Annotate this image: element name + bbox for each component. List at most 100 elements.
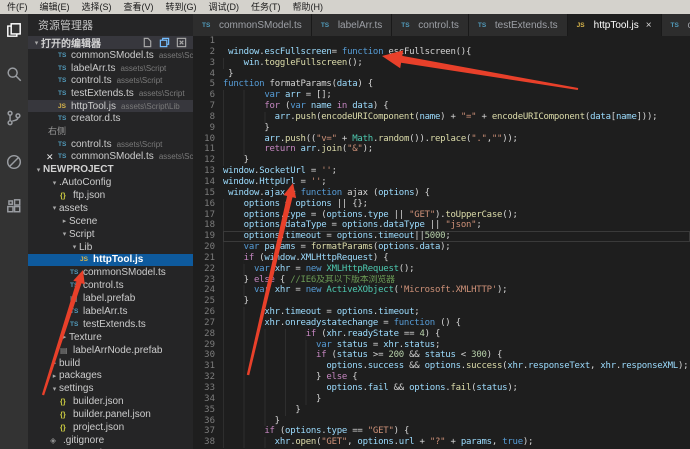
code-line-14[interactable]: 14 window.HttpUrl = ''; bbox=[193, 177, 690, 188]
line-number[interactable]: 36 bbox=[193, 416, 223, 427]
line-number[interactable]: 21 bbox=[193, 253, 223, 264]
code-line-5[interactable]: 5 function formatParams(data) { bbox=[193, 79, 690, 90]
menu-选择(S)[interactable]: 选择(S) bbox=[76, 0, 118, 14]
close-icon[interactable]: × bbox=[646, 20, 652, 31]
line-number[interactable]: 26 bbox=[193, 307, 223, 318]
line-number[interactable]: 32 bbox=[193, 372, 223, 383]
code-line-19[interactable]: 19 options.timeout = options.timeout||50… bbox=[193, 231, 690, 243]
open-editor-control.ts[interactable]: TS control.ts assets\Script bbox=[28, 138, 193, 151]
tree-item-ftp.json[interactable]: {} ftp.json bbox=[28, 189, 193, 202]
menu-件(F)[interactable]: 件(F) bbox=[1, 0, 34, 14]
tree-item-.gitignore[interactable]: ◈ .gitignore bbox=[28, 434, 193, 447]
line-number[interactable]: 28 bbox=[193, 329, 223, 340]
code-line-10[interactable]: 10 arr.push(("v=" + Math.random()).repla… bbox=[193, 133, 690, 145]
new-file-icon[interactable] bbox=[142, 37, 153, 48]
line-number[interactable]: 30 bbox=[193, 350, 223, 361]
code-line-11[interactable]: 11 return arr.join("&"); bbox=[193, 144, 690, 156]
line-number[interactable]: 10 bbox=[193, 134, 223, 145]
open-editor-testExtends.ts[interactable]: TS testExtends.ts assets\Script bbox=[28, 87, 193, 100]
tab-commonSModel.ts[interactable]: TS commonSModel.ts bbox=[193, 14, 312, 36]
tree-item-builder.panel.json[interactable]: {} builder.panel.json bbox=[28, 408, 193, 421]
tree-item-httpTool.js[interactable]: JS httpTool.js bbox=[28, 253, 193, 267]
line-number[interactable]: 34 bbox=[193, 394, 223, 405]
menu-转到(G)[interactable]: 转到(G) bbox=[160, 0, 203, 14]
tree-item-project.json[interactable]: {} project.json bbox=[28, 421, 193, 434]
code-line-29[interactable]: 29 var status = xhr.status; bbox=[193, 339, 690, 351]
line-number[interactable]: 13 bbox=[193, 166, 223, 177]
code-line-4[interactable]: 4 } bbox=[193, 69, 690, 80]
tree-item-label.prefab[interactable]: ▤ label.prefab bbox=[28, 292, 193, 305]
menu-任务(T)[interactable]: 任务(T) bbox=[245, 0, 287, 14]
open-editor-commonSModel.ts[interactable]: TS commonSModel.ts assets\Script bbox=[28, 49, 193, 62]
code-line-28[interactable]: 28 if (xhr.readyState == 4) { bbox=[193, 328, 690, 340]
project-root-header[interactable]: ▾ NEWPROJECT bbox=[28, 163, 193, 176]
line-number[interactable]: 9 bbox=[193, 123, 223, 134]
line-number[interactable]: 5 bbox=[193, 79, 223, 90]
tree-item-Lib[interactable]: ▾ Lib bbox=[28, 241, 193, 254]
code-line-3[interactable]: 3 win.toggleFullscreen(); bbox=[193, 57, 690, 69]
code-line-16[interactable]: 16 options = options || {}; bbox=[193, 198, 690, 210]
line-number[interactable]: 19 bbox=[193, 231, 223, 242]
code-line-15[interactable]: 15 window.ajax = function ajax (options)… bbox=[193, 188, 690, 199]
tree-item-Script[interactable]: ▾ Script bbox=[28, 228, 193, 241]
code-line-1[interactable]: 1 bbox=[193, 36, 690, 47]
tree-item-labelArr.ts[interactable]: TS labelArr.ts bbox=[28, 305, 193, 318]
code-line-2[interactable]: 2 window.escFullscreen= function escFull… bbox=[193, 47, 690, 58]
open-editor-httpTool.js[interactable]: JS httpTool.js assets\Script\Lib bbox=[28, 99, 193, 113]
menu-帮助(H)[interactable]: 帮助(H) bbox=[287, 0, 330, 14]
code-line-32[interactable]: 32 } else { bbox=[193, 372, 690, 383]
line-number[interactable]: 16 bbox=[193, 199, 223, 210]
line-number[interactable]: 23 bbox=[193, 275, 223, 286]
line-number[interactable]: 27 bbox=[193, 318, 223, 329]
code-line-36[interactable]: 36 } bbox=[193, 415, 690, 427]
line-number[interactable]: 35 bbox=[193, 405, 223, 416]
code-line-37[interactable]: 37 if (options.type == "GET") { bbox=[193, 426, 690, 438]
code-line-18[interactable]: 18 options.dataType = options.dataType |… bbox=[193, 220, 690, 232]
extensions-icon[interactable] bbox=[4, 196, 24, 216]
line-number[interactable]: 4 bbox=[193, 69, 223, 80]
search-icon[interactable] bbox=[4, 64, 24, 84]
code-line-26[interactable]: 26 xhr.timeout = options.timeout; bbox=[193, 307, 690, 318]
code-line-25[interactable]: 25 } bbox=[193, 296, 690, 308]
tree-item-testExtends.ts[interactable]: TS testExtends.ts bbox=[28, 318, 193, 331]
line-number[interactable]: 18 bbox=[193, 220, 223, 231]
source-control-icon[interactable] bbox=[4, 108, 24, 128]
code-line-24[interactable]: 24 var xhr = new ActiveXObject('Microsof… bbox=[193, 285, 690, 297]
open-editor-creator.d.ts[interactable]: TS creator.d.ts bbox=[28, 112, 193, 125]
line-number[interactable]: 24 bbox=[193, 285, 223, 296]
code-line-30[interactable]: 30 if (status >= 200 && status < 300) { bbox=[193, 350, 690, 362]
line-number[interactable]: 31 bbox=[193, 361, 223, 372]
debug-icon[interactable] bbox=[4, 152, 24, 172]
line-number[interactable]: 38 bbox=[193, 437, 223, 448]
open-editor-commonSModel.ts[interactable]: ✕ TS commonSModel.ts assets\Script bbox=[28, 151, 193, 164]
line-number[interactable]: 1 bbox=[193, 36, 223, 47]
tab-control.ts[interactable]: TS control.ts bbox=[392, 14, 469, 36]
open-editor-control.ts[interactable]: TS control.ts assets\Script bbox=[28, 74, 193, 87]
close-icon[interactable]: ✕ bbox=[46, 151, 54, 164]
open-editor-labelArr.ts[interactable]: TS labelArr.ts assets\Script bbox=[28, 62, 193, 75]
tab-labelArr.ts[interactable]: TS labelArr.ts bbox=[311, 14, 393, 36]
code-line-31[interactable]: 31 options.success && options.success(xh… bbox=[193, 361, 690, 373]
code-line-13[interactable]: 13 window.SocketUrl = ''; bbox=[193, 166, 690, 177]
line-number[interactable]: 8 bbox=[193, 112, 223, 123]
line-number[interactable]: 15 bbox=[193, 188, 223, 199]
code-line-33[interactable]: 33 options.fail && options.fail(status); bbox=[193, 383, 690, 394]
tab-testExtends.ts[interactable]: TS testExtends.ts bbox=[468, 14, 568, 36]
tree-item-Texture[interactable]: ▸ Texture bbox=[28, 331, 193, 344]
menu-编辑(E)[interactable]: 编辑(E) bbox=[34, 0, 76, 14]
line-number[interactable]: 6 bbox=[193, 90, 223, 101]
line-number[interactable]: 2 bbox=[193, 47, 223, 58]
code-line-34[interactable]: 34 } bbox=[193, 393, 690, 405]
code-line-38[interactable]: 38 xhr.open("GET", options.url + "?" + p… bbox=[193, 437, 690, 449]
tree-item-control.ts[interactable]: TS control.ts bbox=[28, 279, 193, 292]
line-number[interactable]: 33 bbox=[193, 383, 223, 394]
line-number[interactable]: 14 bbox=[193, 177, 223, 188]
line-number[interactable]: 37 bbox=[193, 426, 223, 437]
tab-creator.d.ts[interactable]: TScreator.d.ts bbox=[661, 14, 690, 36]
code-area[interactable]: 12 window.escFullscreen= function escFul… bbox=[193, 36, 690, 449]
line-number[interactable]: 11 bbox=[193, 144, 223, 155]
tree-item-commonSModel.ts[interactable]: TS commonSModel.ts bbox=[28, 266, 193, 279]
line-number[interactable]: 25 bbox=[193, 296, 223, 307]
line-number[interactable]: 17 bbox=[193, 210, 223, 221]
tree-item-Scene[interactable]: ▸ Scene bbox=[28, 215, 193, 228]
